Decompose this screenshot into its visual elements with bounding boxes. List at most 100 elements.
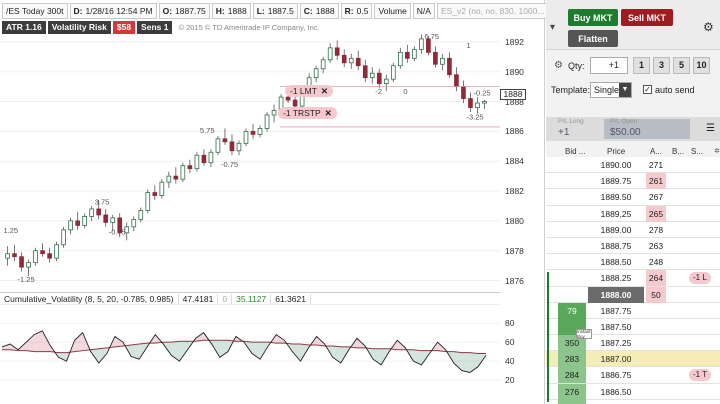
ladder-row[interactable]: 1888.50 248	[546, 254, 720, 271]
volatility-risk-chip[interactable]: Volatility Risk	[47, 21, 111, 34]
qty-preset-5[interactable]: 5	[673, 57, 690, 74]
ask-size-cell[interactable]: 267	[646, 189, 666, 205]
settings-icon[interactable]: ⚙	[554, 60, 563, 71]
ask-size-cell[interactable]: 278	[646, 222, 666, 238]
sell-orders-header[interactable]: S...	[691, 147, 703, 156]
limit-order-chip[interactable]: -1 LMT ✕	[285, 85, 334, 97]
trailing-stop-chip[interactable]: -1 TRSTP ✕	[278, 107, 337, 119]
buy-order-cell[interactable]	[668, 367, 686, 383]
ask-size-cell[interactable]: 265	[646, 205, 666, 222]
sell-order-cell[interactable]	[688, 384, 720, 400]
ladder-row[interactable]: 276 1886.50	[546, 383, 720, 400]
ask-size-cell[interactable]: 263	[646, 238, 666, 254]
ladder-row[interactable]: 1889.25 265	[546, 205, 720, 222]
ladder-row[interactable]: 350 1887.25	[546, 335, 720, 352]
ladder-row[interactable]: 1888.00 50	[546, 286, 720, 303]
buy-order-cell[interactable]	[668, 400, 686, 404]
ladder-row[interactable]: 1889.50 267	[546, 189, 720, 206]
ladder-row[interactable]: 3351886.25	[546, 399, 720, 404]
auto-send-checkbox[interactable]: ✓	[643, 85, 652, 94]
ladder-row[interactable]: 1889.75 261	[546, 173, 720, 190]
ladder-row[interactable]: 1889.00 278	[546, 221, 720, 238]
flatten-button[interactable]: Flatten	[568, 30, 618, 47]
ask-size-cell[interactable]: 50	[646, 286, 666, 303]
qty-preset-1[interactable]: 1	[633, 57, 650, 74]
bid-size-cell[interactable]: 79	[558, 302, 586, 319]
sell-order-cell[interactable]	[688, 319, 720, 335]
study-ghost-field[interactable]: ES_v2 (no, no, 830, 1000...	[436, 3, 549, 19]
ask-size-cell[interactable]: 264	[646, 270, 666, 287]
ask-size-cell[interactable]: 271	[646, 157, 666, 173]
ladder-row[interactable]: 1887.50	[546, 318, 720, 336]
sell-order-cell[interactable]	[688, 400, 720, 404]
close-icon[interactable]: ✕	[321, 86, 328, 96]
buy-order-cell[interactable]	[668, 157, 686, 173]
buy-order-cell[interactable]	[668, 270, 686, 286]
ask-header[interactable]: A...	[650, 147, 662, 156]
sell-order-cell[interactable]	[688, 189, 720, 205]
sell-order-cell[interactable]	[688, 303, 720, 319]
ask-size-cell[interactable]	[646, 400, 666, 404]
symbol-field[interactable]: /ES Today 300t	[2, 3, 68, 19]
sell-order-cell[interactable]	[688, 287, 720, 303]
ladder-row[interactable]: 79 1887.75	[546, 302, 720, 319]
buy-order-cell[interactable]	[668, 206, 686, 222]
price-header[interactable]: Price	[607, 147, 625, 156]
ladder-row[interactable]: 283 1887.00	[546, 351, 720, 368]
gear-icon[interactable]: ⚙	[703, 20, 714, 34]
bid-size-cell[interactable]: 276	[558, 383, 586, 400]
qty-preset-10[interactable]: 10	[693, 57, 710, 74]
buy-order-cell[interactable]	[668, 222, 686, 238]
quantity-stepper[interactable]: +1	[590, 57, 628, 74]
close-icon[interactable]: ✕	[325, 108, 332, 118]
bid-size-cell[interactable]	[558, 189, 586, 205]
buy-order-cell[interactable]	[668, 351, 686, 367]
bid-size-cell[interactable]	[558, 270, 586, 286]
sell-order-cell[interactable]	[688, 206, 720, 222]
sell-market-button[interactable]: Sell MKT	[621, 9, 673, 26]
sell-order-cell[interactable]	[688, 173, 720, 189]
atr-chip[interactable]: ATR 1.16	[2, 21, 46, 34]
ask-size-cell[interactable]	[646, 351, 666, 367]
buy-order-cell[interactable]	[668, 189, 686, 205]
sell-order-cell[interactable]	[688, 222, 720, 238]
buy-order-cell[interactable]	[668, 287, 686, 303]
price-chart[interactable]: 6.75 1 5.75 3.75 1.25 -1.25 -0.75 -0.75 -2 0 -0.25…	[0, 20, 500, 292]
ask-size-cell[interactable]: 261	[646, 173, 666, 190]
ask-size-cell[interactable]	[646, 384, 666, 400]
ask-size-cell[interactable]	[646, 303, 666, 319]
buy-order-cell[interactable]	[668, 303, 686, 319]
qty-preset-3[interactable]: 3	[653, 57, 670, 74]
sell-order-cell[interactable]	[688, 254, 720, 270]
working-order-tag[interactable]: -1 L	[689, 272, 711, 285]
chevron-down-icon[interactable]: ▾	[550, 22, 555, 33]
bid-header[interactable]: Bid ...	[565, 147, 585, 156]
bid-size-cell[interactable]	[558, 287, 586, 303]
sell-order-cell[interactable]	[688, 351, 720, 367]
ask-size-cell[interactable]	[646, 319, 666, 335]
buy-market-button[interactable]: Buy MKT	[568, 9, 618, 26]
volatility-study-name[interactable]: Cumulative_Volatility (8, 5, 20, -0.785,…	[0, 293, 179, 304]
template-select[interactable]: Single ▼	[590, 82, 632, 98]
sens-chip[interactable]: Sens 1	[137, 21, 173, 34]
bid-size-cell[interactable]: 284	[558, 367, 586, 384]
buy-order-cell[interactable]	[668, 335, 686, 351]
menu-icon[interactable]: ☰	[706, 123, 715, 134]
ask-size-cell[interactable]	[646, 335, 666, 351]
ladder-row[interactable]: 1888.25 264 -1 L	[546, 270, 720, 287]
working-order-tag[interactable]: -1 T	[689, 369, 712, 382]
sell-order-cell[interactable]	[688, 157, 720, 173]
ladder-row[interactable]: 1890.00 271	[546, 157, 720, 174]
ask-size-cell[interactable]	[646, 367, 666, 383]
ladder-row[interactable]: 284 1886.75 -1 T	[546, 367, 720, 384]
sell-order-cell[interactable]	[688, 238, 720, 254]
buy-order-cell[interactable]	[668, 254, 686, 270]
buy-order-cell[interactable]	[668, 384, 686, 400]
bid-size-cell[interactable]	[558, 173, 586, 189]
bid-size-cell[interactable]	[558, 157, 586, 173]
bid-size-cell[interactable]	[558, 238, 586, 254]
bid-size-cell[interactable]	[558, 222, 586, 238]
bid-size-cell[interactable]	[558, 206, 586, 222]
bid-size-cell[interactable]	[558, 254, 586, 270]
buy-order-cell[interactable]	[668, 319, 686, 335]
